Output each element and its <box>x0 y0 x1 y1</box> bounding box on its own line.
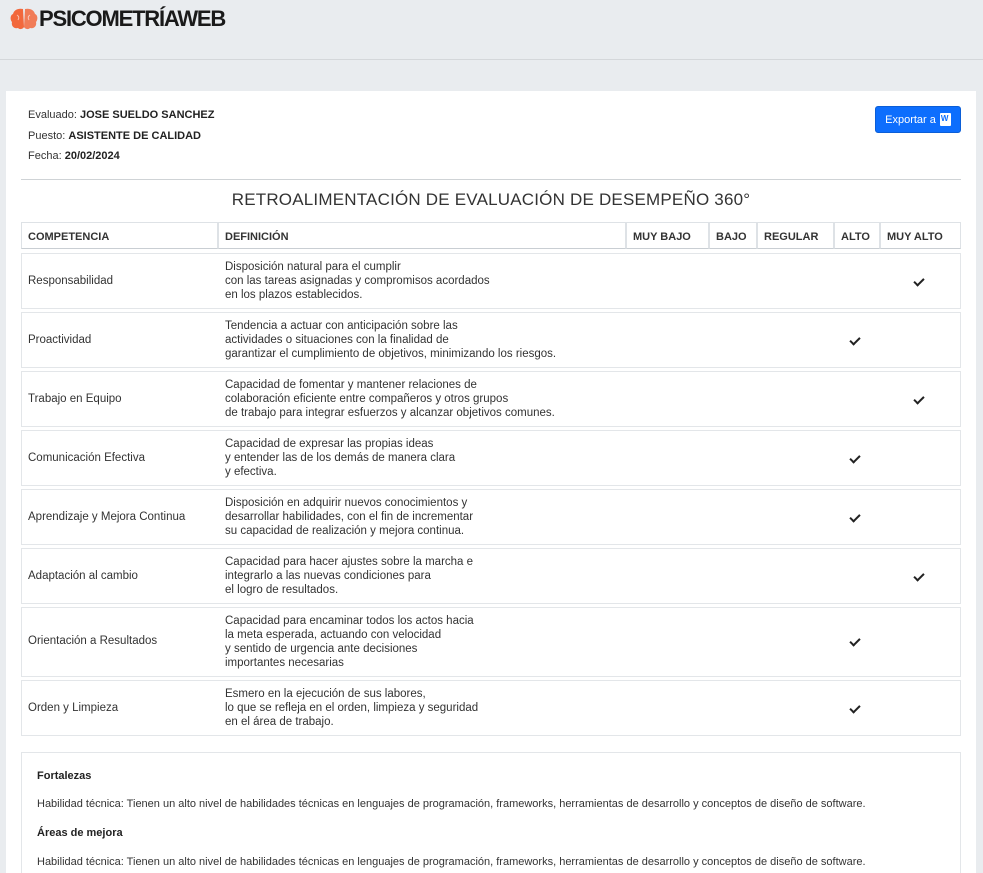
evaluado-label: Evaluado: <box>28 109 77 121</box>
header-muy-bajo: MUY BAJO <box>626 222 709 249</box>
header-competencia: COMPETENCIA <box>21 222 218 249</box>
export-label: Exportar a <box>885 113 936 126</box>
logo-text: PSICOMETRÍAWEB <box>39 6 226 31</box>
competencia-cell: Proactividad <box>28 334 92 346</box>
top-bar: PSICOMETRÍAWEB <box>0 0 983 60</box>
definicion-cell: Disposición en adquirir nuevos conocimie… <box>225 497 474 537</box>
puesto-value: ASISTENTE DE CALIDAD <box>68 129 201 142</box>
areas-mejora-text: Habilidad técnica: Tienen un alto nivel … <box>37 856 866 868</box>
word-document-icon <box>939 113 951 126</box>
table-header: COMPETENCIA DEFINICIÓN MUY BAJO BAJO REG… <box>21 222 961 249</box>
summary-panel: Fortalezas Habilidad técnica: Tienen un … <box>21 752 961 873</box>
check-icon <box>850 511 864 523</box>
header-muy-alto: MUY ALTO <box>880 222 961 249</box>
puesto-row: Puesto: ASISTENTE DE CALIDAD <box>28 129 214 150</box>
check-icon <box>850 702 864 714</box>
fortalezas-heading: Fortalezas <box>37 770 92 782</box>
app-logo[interactable]: PSICOMETRÍAWEB <box>10 6 226 32</box>
table-row: Orden y Limpieza Esmero en la ejecución … <box>21 680 961 736</box>
fecha-value: 20/02/2024 <box>64 150 120 162</box>
table-row: Adaptación al cambio Capacidad para hace… <box>21 548 961 604</box>
check-icon <box>850 635 864 647</box>
competencia-cell: Adaptación al cambio <box>28 570 138 582</box>
brain-logo-icon <box>10 7 38 31</box>
definicion-cell: Capacidad de fomentar y mantener relacio… <box>225 379 555 419</box>
fortalezas-text: Habilidad técnica: Tienen un alto nivel … <box>37 798 866 810</box>
export-button[interactable]: Exportar a <box>875 106 961 133</box>
report-card: Evaluado: JOSE SUELDO SANCHEZ Puesto: AS… <box>6 91 976 873</box>
fecha-row: Fecha: 20/02/2024 <box>28 149 214 170</box>
competencia-cell: Orden y Limpieza <box>28 702 119 714</box>
header-bajo: BAJO <box>709 222 757 249</box>
definicion-cell: Capacidad para hacer ajustes sobre la ma… <box>225 556 474 596</box>
table-row: Proactividad Tendencia a actuar con anti… <box>21 312 961 368</box>
competencia-cell: Comunicación Efectiva <box>28 452 145 464</box>
table-row: Orientación a Resultados Capacidad para … <box>21 607 961 677</box>
puesto-label: Puesto: <box>28 129 66 142</box>
check-icon <box>914 570 928 582</box>
evaluado-value: JOSE SUELDO SANCHEZ <box>80 109 215 121</box>
table-row: Comunicación Efectiva Capacidad de expre… <box>21 430 961 486</box>
competencia-cell: Trabajo en Equipo <box>28 393 122 405</box>
check-icon <box>850 334 864 346</box>
evaluation-info: Evaluado: JOSE SUELDO SANCHEZ Puesto: AS… <box>28 108 214 170</box>
header-alto: ALTO <box>834 222 880 249</box>
table-row: Responsabilidad Disposición natural para… <box>21 253 961 309</box>
competencia-cell: Aprendizaje y Mejora Continua <box>28 511 186 523</box>
competencia-cell: Orientación a Resultados <box>28 635 158 647</box>
areas-mejora-heading: Áreas de mejora <box>37 827 123 839</box>
check-icon <box>914 275 928 287</box>
definicion-cell: Capacidad para encaminar todos los actos… <box>225 615 474 669</box>
definicion-cell: Disposición natural para el cumplir con … <box>225 261 490 301</box>
competencia-cell: Responsabilidad <box>28 275 114 287</box>
divider <box>21 179 961 180</box>
header-regular: REGULAR <box>757 222 834 249</box>
check-icon <box>914 393 928 405</box>
report-title: RETROALIMENTACIÓN DE EVALUACIÓN DE DESEM… <box>231 190 751 209</box>
definicion-cell: Tendencia a actuar con anticipación sobr… <box>225 320 557 360</box>
table-row: Aprendizaje y Mejora Continua Disposició… <box>21 489 961 545</box>
table-row: Trabajo en Equipo Capacidad de fomentar … <box>21 371 961 427</box>
header-definicion: DEFINICIÓN <box>218 222 626 249</box>
check-icon <box>850 452 864 464</box>
evaluado-row: Evaluado: JOSE SUELDO SANCHEZ <box>28 108 214 129</box>
definicion-cell: Esmero en la ejecución de sus labores, l… <box>225 688 479 728</box>
fecha-label: Fecha: <box>28 150 62 162</box>
definicion-cell: Capacidad de expresar las propias ideas … <box>225 438 456 478</box>
